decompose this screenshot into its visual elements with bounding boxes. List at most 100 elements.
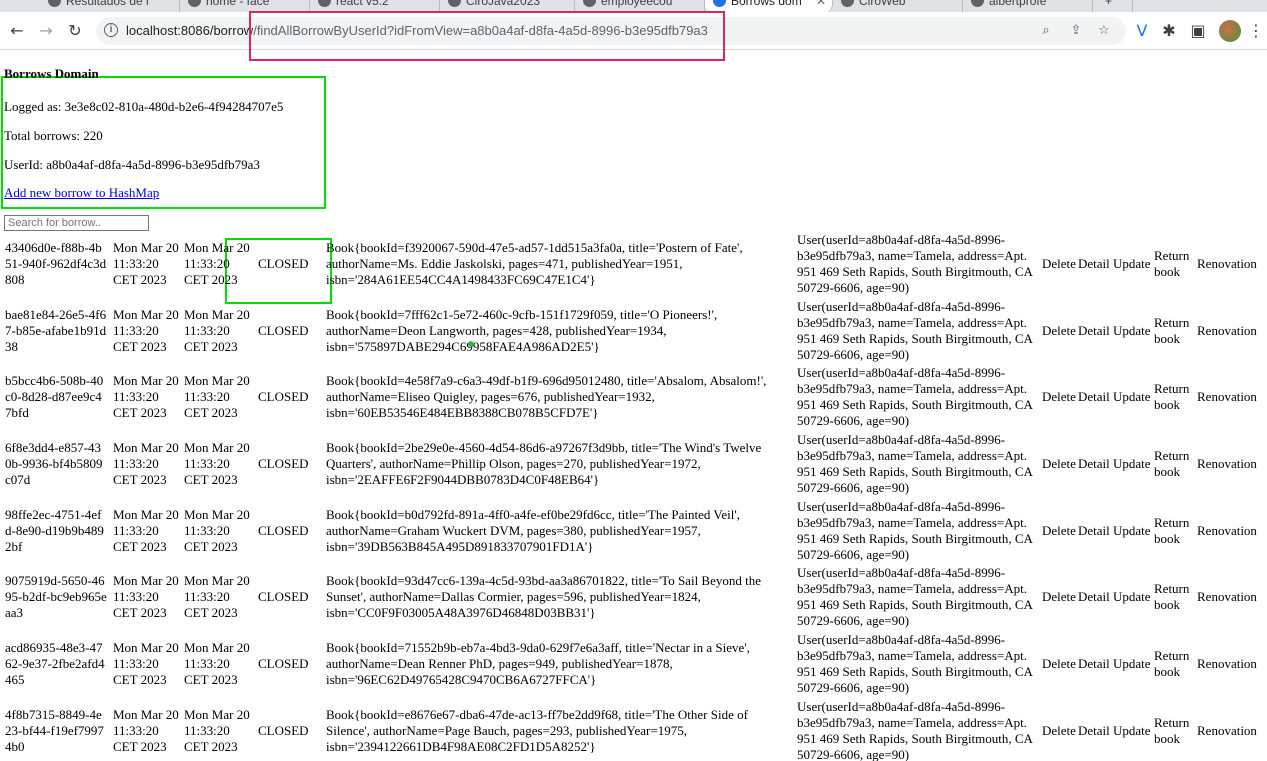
- update-button[interactable]: Update: [1113, 523, 1151, 539]
- borrow-id: 6f8e3dd4-e857-430b-9936-bf4b5809c07d: [5, 440, 103, 488]
- page-title: Borrows Domain: [4, 66, 99, 81]
- update-button[interactable]: Update: [1113, 389, 1151, 405]
- globe-icon: [713, 0, 726, 7]
- return-book-button[interactable]: Return book: [1154, 581, 1192, 613]
- renovation-button[interactable]: Renovation: [1197, 656, 1257, 672]
- return-date: Mon Mar 20 11:33:20 CET 2023: [184, 506, 250, 554]
- renovation-button[interactable]: Renovation: [1197, 256, 1257, 272]
- return-date: Mon Mar 20 11:33:20 CET 2023: [184, 706, 250, 754]
- table-row: 9075919d-5650-4695-b2df-bc9eb965eaa3 Mon …: [0, 565, 1267, 632]
- profile-avatar[interactable]: [1219, 20, 1241, 42]
- browser-tab[interactable]: CiroJava2023: [440, 0, 575, 12]
- return-date: Mon Mar 20 11:33:20 CET 2023: [184, 373, 250, 421]
- borrow-id: 9075919d-5650-4695-b2df-bc9eb965eaa3: [5, 573, 107, 621]
- return-book-button[interactable]: Return book: [1154, 315, 1192, 347]
- user-text: User(userId=a8b0a4af-d8fa-4a5d-8996-b3e9…: [797, 432, 1033, 496]
- return-book-button[interactable]: Return book: [1154, 715, 1192, 747]
- search-input[interactable]: [4, 215, 149, 231]
- delete-button[interactable]: Delete: [1042, 523, 1076, 539]
- browser-tab[interactable]: Resultados de l: [40, 0, 180, 12]
- add-new-borrow-link[interactable]: Add new borrow to HashMap: [4, 185, 159, 201]
- forward-icon[interactable]: →: [35, 20, 57, 42]
- user-id-text: UserId: a8b0a4af-d8fa-4a5d-8996-b3e95dfb…: [4, 157, 260, 172]
- update-button[interactable]: Update: [1113, 456, 1151, 472]
- user-text: User(userId=a8b0a4af-d8fa-4a5d-8996-b3e9…: [797, 632, 1033, 696]
- browser-tab[interactable]: home - face: [180, 0, 310, 12]
- detail-button[interactable]: Detail: [1078, 389, 1110, 405]
- return-book-button[interactable]: Return book: [1154, 448, 1192, 480]
- borrow-date: Mon Mar 20 11:33:20 CET 2023: [113, 706, 179, 754]
- renovation-button[interactable]: Renovation: [1197, 723, 1257, 739]
- detail-button[interactable]: Detail: [1078, 256, 1110, 272]
- close-tab-icon[interactable]: ✕: [816, 0, 826, 10]
- detail-button[interactable]: Detail: [1078, 723, 1110, 739]
- renovation-button[interactable]: Renovation: [1197, 389, 1257, 405]
- status-text: CLOSED: [258, 322, 309, 338]
- browser-tab[interactable]: albertprofe: [963, 0, 1093, 12]
- renovation-button[interactable]: Renovation: [1197, 323, 1257, 339]
- detail-button[interactable]: Detail: [1078, 589, 1110, 605]
- back-icon[interactable]: ←: [6, 20, 28, 42]
- renovation-button[interactable]: Renovation: [1197, 456, 1257, 472]
- book-text: Book{bookId=93d47cc6-139a-4c5d-93bd-aa3a…: [326, 573, 761, 621]
- return-date: Mon Mar 20 11:33:20 CET 2023: [184, 306, 250, 354]
- update-button[interactable]: Update: [1113, 723, 1151, 739]
- update-button[interactable]: Update: [1113, 256, 1151, 272]
- browser-tab[interactable]: react v5.2: [310, 0, 440, 12]
- delete-button[interactable]: Delete: [1042, 589, 1076, 605]
- borrow-date: Mon Mar 20 11:33:20 CET 2023: [113, 506, 179, 554]
- browser-tab-active[interactable]: Borrows dom ✕: [705, 0, 833, 12]
- status-text: CLOSED: [258, 722, 309, 738]
- detail-button[interactable]: Detail: [1078, 656, 1110, 672]
- return-book-button[interactable]: Return book: [1154, 381, 1192, 413]
- github-icon: [188, 0, 201, 7]
- delete-button[interactable]: Delete: [1042, 456, 1076, 472]
- reload-icon[interactable]: ↻: [64, 20, 86, 42]
- side-panel-icon[interactable]: ▣: [1187, 20, 1209, 42]
- return-book-button[interactable]: Return book: [1154, 248, 1192, 280]
- browser-toolbar: ← → ↻ i localhost:8086/borrow/findAllBor…: [0, 12, 1267, 50]
- delete-button[interactable]: Delete: [1042, 656, 1076, 672]
- update-button[interactable]: Update: [1113, 323, 1151, 339]
- status-text: CLOSED: [258, 656, 309, 672]
- return-date: Mon Mar 20 11:33:20 CET 2023: [184, 640, 250, 688]
- detail-button[interactable]: Detail: [1078, 456, 1110, 472]
- detail-button[interactable]: Detail: [1078, 523, 1110, 539]
- borrow-date: Mon Mar 20 11:33:20 CET 2023: [113, 573, 179, 621]
- github-icon: [583, 0, 596, 7]
- bookmark-star-icon[interactable]: ☆: [1094, 21, 1114, 41]
- menu-kebab-icon[interactable]: ⋮: [1245, 20, 1267, 42]
- browser-tab[interactable]: employeecou: [575, 0, 705, 12]
- borrow-date: Mon Mar 20 11:33:20 CET 2023: [113, 373, 179, 421]
- logged-as-text: Logged as: 3e3e8c02-810a-480d-b2e6-4f942…: [4, 99, 284, 114]
- share-icon[interactable]: ⇪: [1066, 21, 1086, 41]
- address-bar[interactable]: i localhost:8086/borrow/findAllBorrowByU…: [96, 17, 1126, 45]
- site-info-icon[interactable]: i: [104, 23, 118, 37]
- delete-button[interactable]: Delete: [1042, 723, 1076, 739]
- book-text: Book{bookId=2be29e0e-4560-4d54-86d6-a972…: [326, 440, 762, 488]
- detail-button[interactable]: Detail: [1078, 323, 1110, 339]
- total-borrows-text: Total borrows: 220: [4, 128, 103, 143]
- status-text: CLOSED: [258, 256, 309, 271]
- update-button[interactable]: Update: [1113, 656, 1151, 672]
- zoom-icon[interactable]: ⌕: [1036, 21, 1056, 41]
- update-button[interactable]: Update: [1113, 589, 1151, 605]
- extensions-puzzle-icon[interactable]: ✱: [1158, 20, 1180, 42]
- extension-v-icon[interactable]: V: [1131, 20, 1153, 42]
- renovation-button[interactable]: Renovation: [1197, 589, 1257, 605]
- delete-button[interactable]: Delete: [1042, 323, 1076, 339]
- table-row: 43406d0e-f88b-4b51-940f-962df4c3d808 Mon …: [0, 232, 1267, 299]
- borrow-date: Mon Mar 20 11:33:20 CET 2023: [113, 440, 179, 488]
- browser-tab[interactable]: CiroWeb: [833, 0, 963, 12]
- delete-button[interactable]: Delete: [1042, 256, 1076, 272]
- mouse-cursor-marker: [468, 341, 474, 347]
- return-book-button[interactable]: Return book: [1154, 515, 1192, 547]
- book-text: Book{bookId=f3920067-590d-47e5-ad57-1dd5…: [326, 240, 743, 287]
- return-book-button[interactable]: Return book: [1154, 648, 1192, 680]
- user-text: User(userId=a8b0a4af-d8fa-4a5d-8996-b3e9…: [797, 498, 1033, 562]
- renovation-button[interactable]: Renovation: [1197, 523, 1257, 539]
- delete-button[interactable]: Delete: [1042, 389, 1076, 405]
- new-tab-button[interactable]: +: [1093, 0, 1133, 12]
- user-text: User(userId=a8b0a4af-d8fa-4a5d-8996-b3e9…: [797, 698, 1033, 761]
- url-text[interactable]: localhost:8086/borrow/findAllBorrowByUse…: [126, 17, 708, 45]
